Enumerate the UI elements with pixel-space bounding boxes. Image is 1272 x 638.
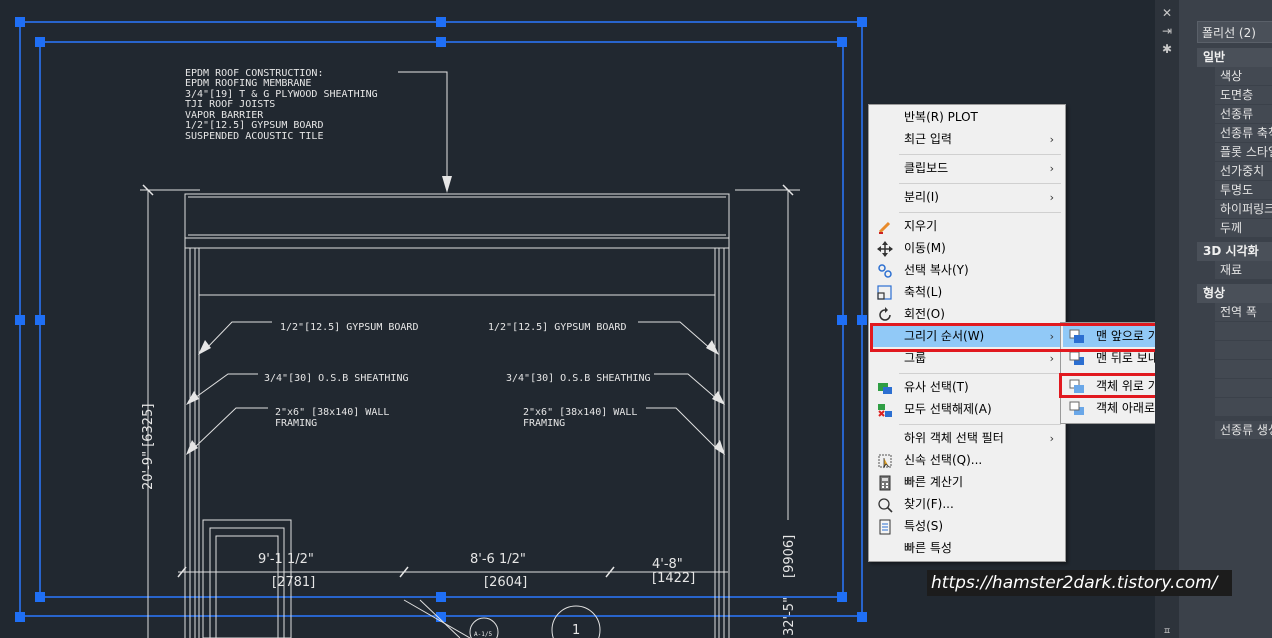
roof-note: SUSPENDED ACOUSTIC TILE (185, 131, 323, 142)
menu-item-subobject-filter[interactable]: 하위 객체 선택 필터 › (871, 428, 1063, 449)
property-row[interactable]: 두께 (1215, 219, 1272, 238)
watermark-url: https://hamster2dark.tistory.com/ (927, 570, 1232, 596)
bring-above-icon (1069, 379, 1085, 395)
select-similar-icon (877, 380, 893, 396)
grip-points (15, 17, 867, 622)
section-general[interactable]: 일반 (1197, 48, 1272, 67)
section-ref: A-1/5 (474, 631, 492, 638)
menu-item-quick-properties[interactable]: 빠른 특성 (871, 538, 1063, 559)
label-gypsum-right: 1/2"[12.5] GYPSUM BOARD (488, 322, 626, 333)
section-geometry[interactable]: 형상 (1197, 284, 1272, 303)
copy-icon (877, 263, 893, 279)
submenu-arrow-icon: › (1049, 432, 1054, 445)
submenu-arrow-icon: › (1049, 162, 1054, 175)
autohide-icon[interactable]: ⇥ (1160, 24, 1174, 38)
menu-item-isolate[interactable]: 분리(I) › (871, 187, 1063, 208)
menu-item-repeat-plot[interactable]: 반복(R) PLOT (871, 107, 1063, 128)
dim-height-left: 20'-9" [6325] (141, 404, 156, 490)
menu-item-copy[interactable]: 선택 복사(Y) (871, 260, 1063, 281)
menu-item-group[interactable]: 그룹 › (871, 348, 1063, 369)
roof-note: 1/2"[12.5] GYPSUM BOARD (185, 120, 323, 131)
properties-icon (877, 519, 893, 535)
property-row[interactable] (1215, 341, 1272, 360)
property-row[interactable]: 선종류 (1215, 105, 1272, 124)
menu-item-quick-calc[interactable]: 빠른 계산기 (871, 472, 1063, 493)
property-row[interactable]: 하이퍼링크 (1215, 200, 1272, 219)
property-row[interactable]: 선종류 축척 (1215, 124, 1272, 143)
submenu-arrow-icon: › (1049, 133, 1054, 146)
section-marker: 1 (572, 623, 580, 638)
submenu-arrow-icon: › (1049, 330, 1054, 343)
submenu-arrow-icon: › (1049, 191, 1054, 204)
calculator-icon (877, 475, 893, 491)
property-row[interactable]: 재료 (1215, 261, 1272, 280)
bring-to-front-icon (1069, 329, 1085, 345)
close-icon[interactable]: ✕ (1160, 6, 1174, 20)
roof-note: TJI ROOF JOISTS (185, 99, 275, 110)
palette-title-strip: ✕ ⇥ ✱ ㅍ (1155, 0, 1179, 638)
object-type-select[interactable]: 폴리선 (2) (1197, 21, 1272, 43)
property-row[interactable]: 전역 폭 (1215, 303, 1272, 322)
property-row[interactable] (1215, 398, 1272, 417)
dim-a: 9'-1 1/2" (258, 552, 314, 567)
menu-item-draw-order[interactable]: 그리기 순서(W) › (871, 326, 1063, 347)
eraser-icon (877, 219, 893, 235)
menu-item-recent-input[interactable]: 최근 입력 › (871, 129, 1063, 150)
dim-c: 4'-8" (652, 557, 683, 572)
dim-c-mm: [1422] (652, 571, 695, 586)
label-osb-left: 3/4"[30] O.S.B SHEATHING (264, 373, 409, 384)
section-3d-visualization[interactable]: 3D 시각화 (1197, 242, 1272, 261)
properties-palette: ✕ ⇥ ✱ ㅍ 폴리선 (2) 일반 색상 도면층 선종류 선종류 축척 플롯 … (1155, 0, 1272, 638)
context-menu: 반복(R) PLOT 최근 입력 › 클립보드 › 분리(I) › 지우기 이동(M)… (868, 104, 1066, 562)
label-wall-right: FRAMING (523, 418, 565, 429)
menu-item-erase[interactable]: 지우기 (871, 216, 1063, 237)
label-wall-right: 2"x6" [38x140] WALL (523, 407, 637, 418)
dim-height-right: [9906] (782, 535, 797, 578)
property-row[interactable] (1215, 360, 1272, 379)
property-row[interactable]: 투명도 (1215, 181, 1272, 200)
palette-label-icon: ㅍ (1162, 627, 1172, 637)
label-osb-right: 3/4"[30] O.S.B SHEATHING (506, 373, 651, 384)
submenu-arrow-icon: › (1049, 352, 1054, 365)
send-to-back-icon (1069, 351, 1085, 367)
property-row[interactable]: 색상 (1215, 67, 1272, 86)
send-under-icon (1069, 401, 1085, 417)
property-row[interactable]: 선가중치 (1215, 162, 1272, 181)
settings-icon[interactable]: ✱ (1160, 42, 1174, 56)
rotate-icon (877, 307, 893, 323)
roof-note: EPDM ROOFING MEMBRANE (185, 78, 311, 89)
menu-item-find[interactable]: 찾기(F)... (871, 494, 1063, 515)
scale-icon (877, 285, 893, 301)
menu-item-quick-select[interactable]: 신속 선택(Q)... (871, 450, 1063, 471)
menu-item-properties[interactable]: 특성(S) (871, 516, 1063, 537)
menu-item-deselect-all[interactable]: 모두 선택해제(A) (871, 399, 1063, 420)
label-wall-left: 2"x6" [38x140] WALL (275, 407, 389, 418)
menu-item-rotate[interactable]: 회전(O) (871, 304, 1063, 325)
property-row[interactable]: 도면층 (1215, 86, 1272, 105)
menu-item-clipboard[interactable]: 클립보드 › (871, 158, 1063, 179)
property-row[interactable] (1215, 379, 1272, 398)
dim-a-mm: [2781] (272, 575, 315, 590)
property-row[interactable] (1215, 322, 1272, 341)
dim-b: 8'-6 1/2" (470, 552, 526, 567)
menu-item-scale[interactable]: 축척(L) (871, 282, 1063, 303)
label-wall-left: FRAMING (275, 418, 317, 429)
dim-height-right-ft: 32'-5" (782, 597, 797, 636)
menu-item-move[interactable]: 이동(M) (871, 238, 1063, 259)
dim-b-mm: [2604] (484, 575, 527, 590)
menu-item-select-similar[interactable]: 유사 선택(T) (871, 377, 1063, 398)
property-row[interactable]: 선종류 생성 (1215, 421, 1272, 440)
selection-frame-inner (39, 41, 844, 598)
label-gypsum-left: 1/2"[12.5] GYPSUM BOARD (280, 322, 418, 333)
find-icon (877, 497, 893, 513)
selection-frame-outer (19, 21, 863, 617)
move-icon (877, 241, 893, 257)
quick-select-icon (877, 453, 893, 469)
deselect-icon (877, 402, 893, 418)
property-row[interactable]: 플롯 스타일 (1215, 143, 1272, 162)
